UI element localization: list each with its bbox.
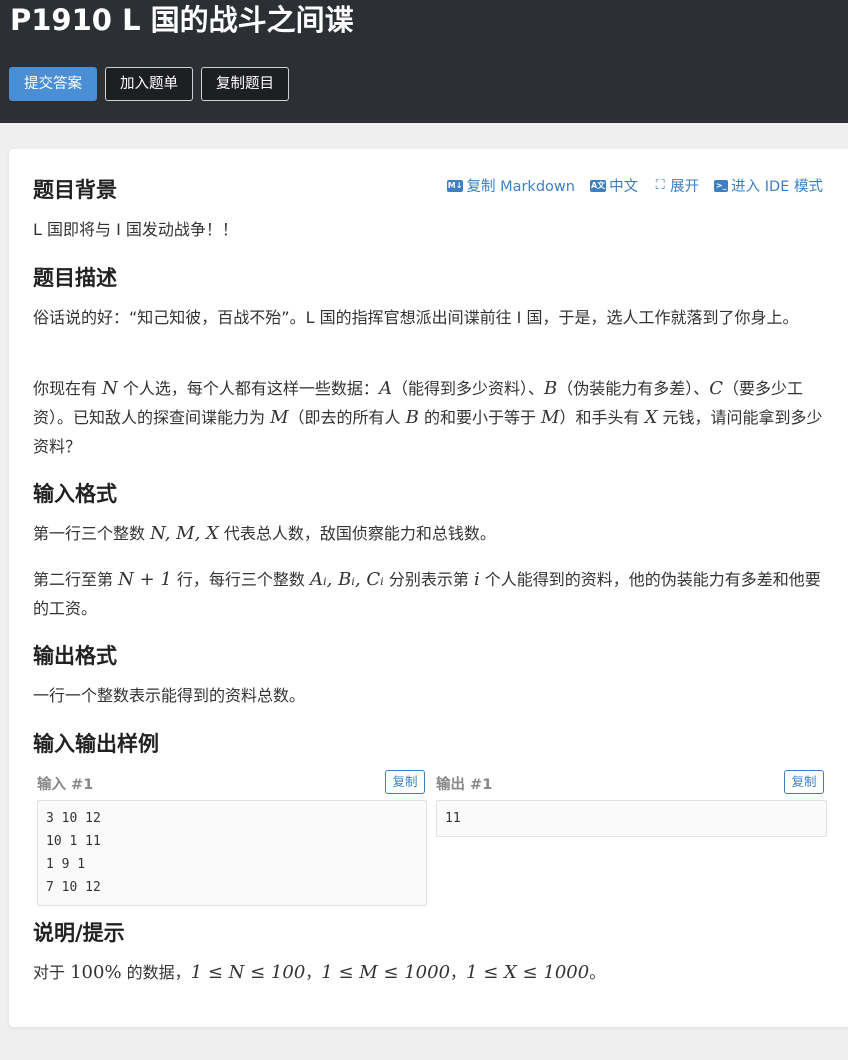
translate-icon: A文 [589, 179, 607, 192]
sample-output-line: 11 [445, 811, 461, 826]
copy-markdown-link[interactable]: M↓ 复制 Markdown [446, 175, 575, 196]
description-paragraph-2: 你现在有 N 个人选，每个人都有这样一些数据：A（能得到多少资料）、B（伪装能力… [33, 378, 823, 456]
submit-answer-button[interactable]: 提交答案 [9, 67, 97, 101]
expand-link[interactable]: ⛶ 展开 [653, 175, 700, 196]
output-format-heading: 输出格式 [33, 644, 117, 668]
sample-input-line: 1 9 1 [46, 857, 86, 872]
background-text: L 国即将与 I 国发动战争！！ [33, 220, 238, 239]
language-label: 中文 [609, 179, 639, 195]
sample-output-box[interactable]: 11 [436, 800, 827, 837]
header-button-row: 提交答案 加入题单 复制题目 [9, 67, 289, 101]
language-link[interactable]: A文 中文 [589, 175, 639, 196]
output-format-text: 一行一个整数表示能得到的资料总数。 [33, 686, 306, 705]
background-heading: 题目背景 [33, 178, 117, 202]
sample-output-label: 输出 #1 [436, 777, 493, 793]
description-heading: 题目描述 [33, 266, 117, 290]
description-paragraph-1: 俗话说的好：“知己知彼，百战不殆”。L 国的指挥官想派出间谍前往 I 国，于是，… [33, 308, 799, 327]
problem-toolbar: M↓ 复制 Markdown A文 中文 ⛶ 展开 >_ 进入 IDE 模式 [446, 175, 823, 196]
copy-markdown-label: 复制 Markdown [466, 179, 575, 195]
page-title: P1910 L 国的战斗之间谍 [10, 3, 354, 37]
hint-heading: 说明/提示 [33, 921, 125, 945]
sample-input-line: 7 10 12 [46, 880, 101, 895]
input-format-line-1: 第一行三个整数 N, M, X 代表总人数，敌国侦察能力和总钱数。 [33, 523, 496, 544]
copy-output-button[interactable]: 复制 [784, 770, 824, 794]
sample-input-box[interactable]: 3 10 12 10 1 11 1 9 1 7 10 12 [37, 800, 427, 906]
samples-heading: 输入输出样例 [33, 732, 159, 756]
ide-mode-link[interactable]: >_ 进入 IDE 模式 [714, 175, 823, 196]
problem-header: P1910 L 国的战斗之间谍 提交答案 加入题单 复制题目 [0, 0, 848, 123]
ide-mode-label: 进入 IDE 模式 [731, 179, 823, 195]
markdown-icon: M↓ [446, 179, 464, 192]
expand-label: 展开 [670, 179, 700, 195]
sample-input-label: 输入 #1 [37, 777, 94, 793]
input-format-heading: 输入格式 [33, 482, 117, 506]
add-to-list-button[interactable]: 加入题单 [105, 67, 193, 101]
copy-problem-button[interactable]: 复制题目 [201, 67, 289, 101]
sample-input-line: 10 1 11 [46, 834, 101, 849]
problem-card: M↓ 复制 Markdown A文 中文 ⛶ 展开 >_ 进入 IDE 模式 题… [9, 149, 848, 1027]
input-format-line-2: 第二行至第 N + 1 行，每行三个整数 Aᵢ, Bᵢ, Cᵢ 分别表示第 i … [33, 569, 821, 618]
copy-input-button[interactable]: 复制 [385, 770, 425, 794]
sample-input-line: 3 10 12 [46, 811, 101, 826]
hint-text: 对于 100% 的数据，1 ≤ N ≤ 100，1 ≤ M ≤ 1000，1 ≤… [33, 962, 606, 983]
terminal-icon: >_ [714, 179, 729, 192]
expand-icon: ⛶ [655, 177, 665, 193]
